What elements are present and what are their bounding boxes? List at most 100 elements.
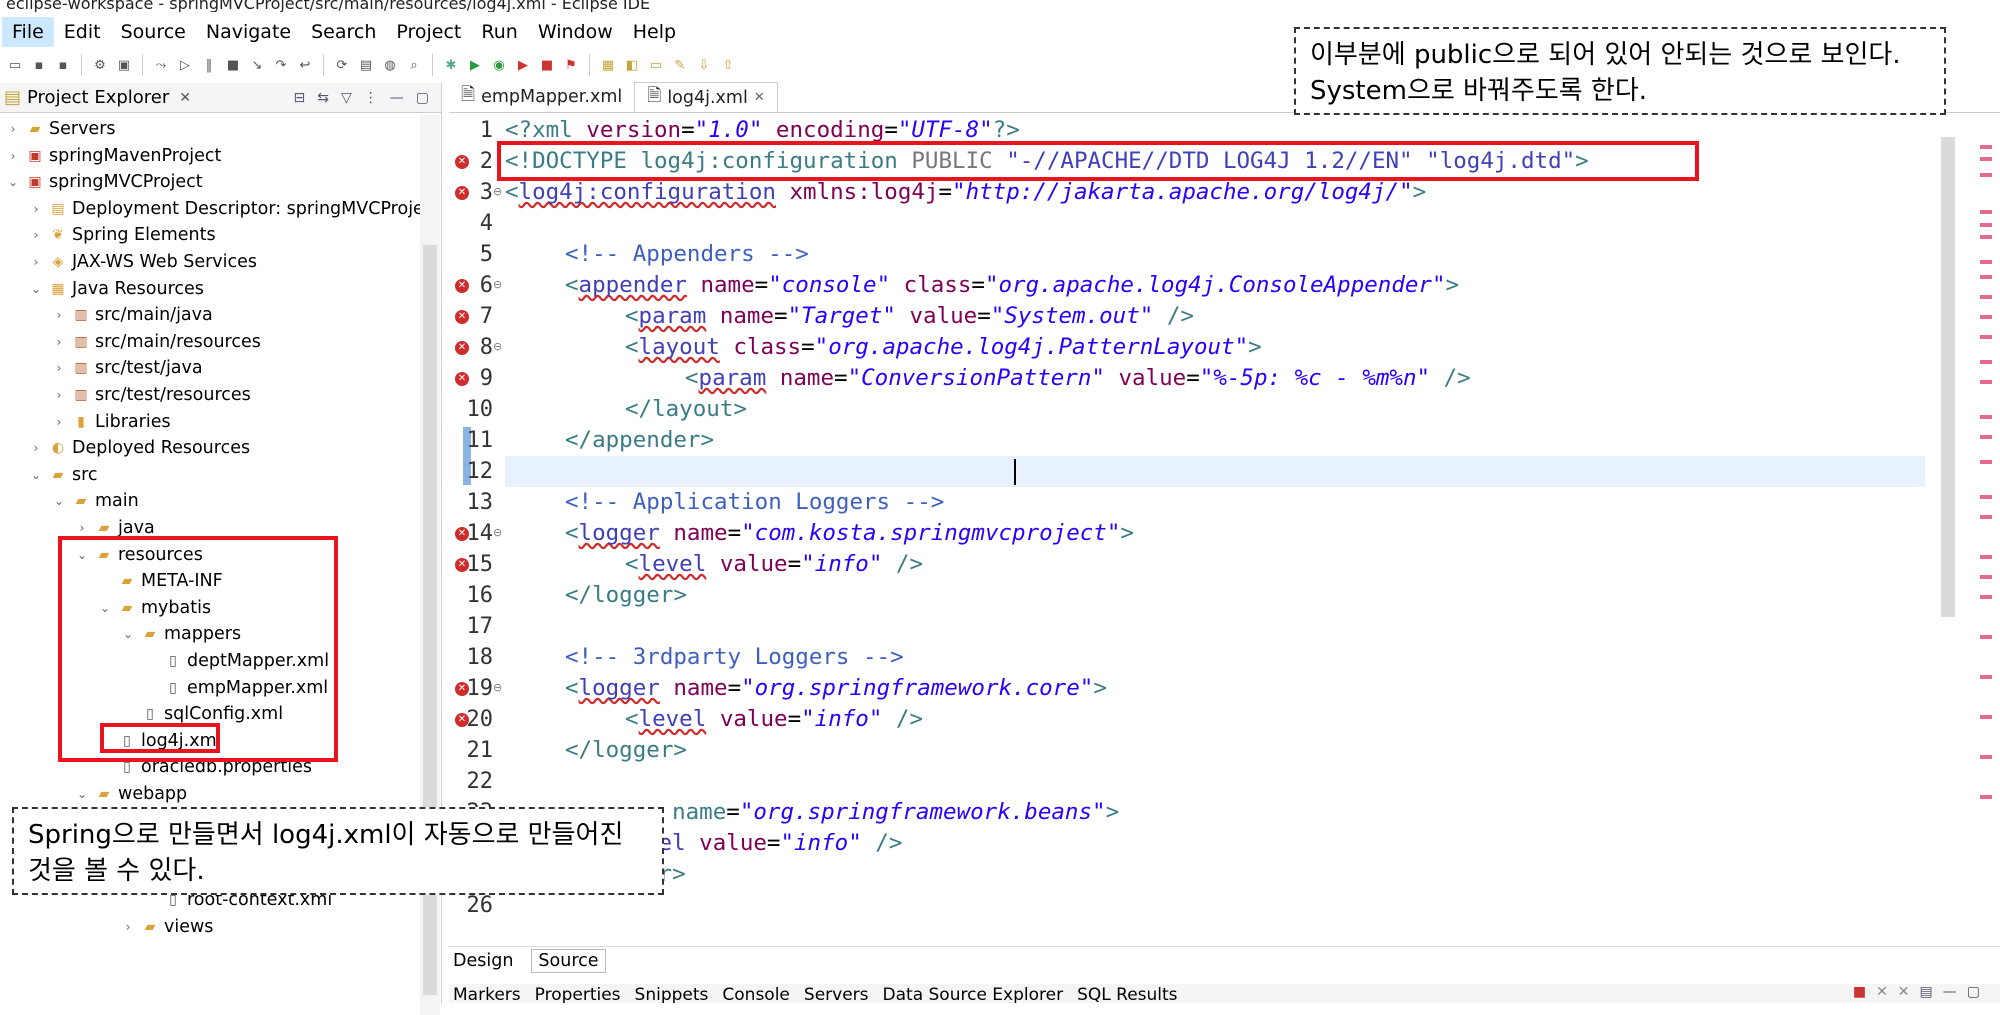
- error-marker-icon[interactable]: ✕: [455, 279, 469, 293]
- chevron-down-icon[interactable]: ⌄: [75, 787, 89, 801]
- fold-toggle-icon[interactable]: ⊖: [493, 185, 502, 198]
- chevron-right-icon[interactable]: ›: [52, 335, 66, 349]
- error-overview-marker[interactable]: [1980, 575, 1992, 579]
- error-overview-marker[interactable]: [1980, 380, 1992, 384]
- chevron-right-icon[interactable]: ›: [29, 255, 43, 269]
- tree-item[interactable]: › ▥ src/test/java: [52, 355, 203, 381]
- tab-servers[interactable]: Servers: [804, 984, 869, 1003]
- minimize-icon[interactable]: —: [1943, 984, 1957, 1000]
- chevron-right-icon[interactable]: ›: [52, 388, 66, 402]
- tab-console[interactable]: Console: [722, 984, 790, 1003]
- tab-markers[interactable]: Markers: [453, 984, 521, 1003]
- server-icon[interactable]: ▤: [357, 56, 375, 74]
- tab-sql-results[interactable]: SQL Results: [1077, 984, 1177, 1003]
- tab-log4j[interactable]: 🗎 log4j.xml ✕: [634, 82, 778, 112]
- tree-item[interactable]: › ▣ springMavenProject: [6, 143, 222, 169]
- menu-project[interactable]: Project: [386, 17, 471, 47]
- error-marker-icon[interactable]: ✕: [455, 341, 469, 355]
- close-icon[interactable]: ✕: [754, 90, 765, 105]
- new-icon[interactable]: ▭: [6, 56, 24, 74]
- terminate-icon[interactable]: ■: [1853, 984, 1866, 1000]
- close-icon[interactable]: ✕: [179, 90, 191, 106]
- fold-toggle-icon[interactable]: ⊖: [493, 278, 502, 291]
- chevron-right-icon[interactable]: ›: [121, 920, 135, 934]
- menu-run[interactable]: Run: [471, 17, 527, 47]
- new-package-icon[interactable]: ▦: [599, 56, 617, 74]
- menu-file[interactable]: File: [2, 17, 54, 47]
- remove-launch-icon[interactable]: ✕: [1876, 984, 1888, 1000]
- error-overview-marker[interactable]: [1980, 555, 1992, 559]
- tree-item[interactable]: › ▤ Deployment Descriptor: springMVCProjec…: [29, 196, 420, 222]
- tab-properties[interactable]: Properties: [535, 984, 621, 1003]
- tree-item[interactable]: › ❦ Spring Elements: [29, 222, 216, 248]
- error-overview-marker[interactable]: [1980, 275, 1992, 279]
- step-into-icon[interactable]: ↘: [248, 56, 266, 74]
- save-all-icon[interactable]: ▪: [54, 56, 72, 74]
- tree-item[interactable]: › ▥ src/main/java: [52, 302, 213, 328]
- tree-item[interactable]: › ◈ JAX-WS Web Services: [29, 249, 257, 275]
- skip-icon[interactable]: ⤳: [152, 56, 170, 74]
- error-overview-marker[interactable]: [1980, 795, 1992, 799]
- menu-source[interactable]: Source: [111, 17, 196, 47]
- tab-empmapper[interactable]: 🗎 empMapper.xml: [449, 82, 634, 112]
- menu-navigate[interactable]: Navigate: [196, 17, 301, 47]
- tree-item[interactable]: › ▰ Servers: [6, 116, 116, 142]
- tab-source[interactable]: Source: [531, 948, 606, 973]
- pin-console-icon[interactable]: ▤: [1920, 984, 1933, 1000]
- chevron-down-icon[interactable]: ⌄: [6, 175, 20, 189]
- chevron-right-icon[interactable]: ›: [6, 122, 20, 136]
- error-overview-marker[interactable]: [1980, 235, 1992, 239]
- fold-toggle-icon[interactable]: ⊖: [493, 340, 502, 353]
- open-folder-icon[interactable]: ▭: [647, 56, 665, 74]
- chevron-down-icon[interactable]: ⌄: [29, 468, 43, 482]
- chevron-right-icon[interactable]: ›: [52, 361, 66, 375]
- pin-icon[interactable]: ✎: [671, 56, 689, 74]
- disconnect-icon[interactable]: ⚑: [562, 56, 580, 74]
- suspend-icon[interactable]: ‖: [200, 56, 218, 74]
- error-overview-marker[interactable]: [1980, 755, 1992, 759]
- error-overview-marker[interactable]: [1980, 260, 1992, 264]
- fold-toggle-icon[interactable]: ⊖: [493, 681, 502, 694]
- error-overview-marker[interactable]: [1980, 515, 1992, 519]
- search-icon[interactable]: ⌕: [405, 56, 423, 74]
- tree-item[interactable]: ⌄ ▦ Java Resources: [29, 276, 204, 302]
- console-icon[interactable]: ▣: [115, 56, 133, 74]
- tree-item[interactable]: › ▥ src/test/resources: [52, 382, 251, 408]
- tree-item[interactable]: › ▰ views: [121, 914, 214, 940]
- tab-data-source-explorer[interactable]: Data Source Explorer: [883, 984, 1064, 1003]
- code-editor[interactable]: 1 2 ✕ 3 ✕ ⊖ 4 5 6 ✕ ⊖ 7 ✕ 8 ✕ ⊖ 9 ✕ 10 11 12 13 14 ✕ ⊖ 15 ✕ 16 17 18 1…: [449, 115, 2000, 919]
- maximize-icon[interactable]: ▢: [1967, 984, 1980, 1000]
- error-overview-marker[interactable]: [1980, 415, 1992, 419]
- tab-design[interactable]: Design: [453, 951, 513, 971]
- prev-annotation-icon[interactable]: ⇧: [719, 56, 737, 74]
- error-marker-icon[interactable]: ✕: [455, 713, 469, 727]
- menu-window[interactable]: Window: [528, 17, 623, 47]
- open-type-icon[interactable]: ◧: [623, 56, 641, 74]
- chevron-right-icon[interactable]: ›: [52, 415, 66, 429]
- error-overview-marker[interactable]: [1980, 460, 1992, 464]
- minimize-icon[interactable]: —: [390, 90, 404, 106]
- chevron-right-icon[interactable]: ›: [52, 308, 66, 322]
- resume-icon[interactable]: ▷: [176, 56, 194, 74]
- error-overview-marker[interactable]: [1980, 210, 1992, 214]
- menu-search[interactable]: Search: [301, 17, 386, 47]
- error-overview-marker[interactable]: [1980, 595, 1992, 599]
- next-annotation-icon[interactable]: ⇩: [695, 56, 713, 74]
- tree-item[interactable]: ⌄ ▣ springMVCProject: [6, 169, 203, 195]
- tree-item[interactable]: ⌄ ▰ webapp: [75, 781, 187, 807]
- maximize-icon[interactable]: ▢: [416, 90, 429, 106]
- error-overview-marker[interactable]: [1980, 360, 1992, 364]
- error-overview-marker[interactable]: [1980, 715, 1992, 719]
- error-overview-marker[interactable]: [1980, 635, 1992, 639]
- error-marker-icon[interactable]: ✕: [455, 558, 469, 572]
- save-icon[interactable]: ▪: [30, 56, 48, 74]
- menu-help[interactable]: Help: [623, 17, 686, 47]
- globe-icon[interactable]: ◍: [381, 56, 399, 74]
- error-overview-marker[interactable]: [1980, 145, 1992, 149]
- tree-item[interactable]: › ▮ Libraries: [52, 409, 171, 435]
- menu-edit[interactable]: Edit: [54, 17, 111, 47]
- step-return-icon[interactable]: ↩: [296, 56, 314, 74]
- run-icon[interactable]: ▶: [466, 56, 484, 74]
- chevron-right-icon[interactable]: ›: [6, 149, 20, 163]
- fold-toggle-icon[interactable]: ⊖: [493, 526, 502, 539]
